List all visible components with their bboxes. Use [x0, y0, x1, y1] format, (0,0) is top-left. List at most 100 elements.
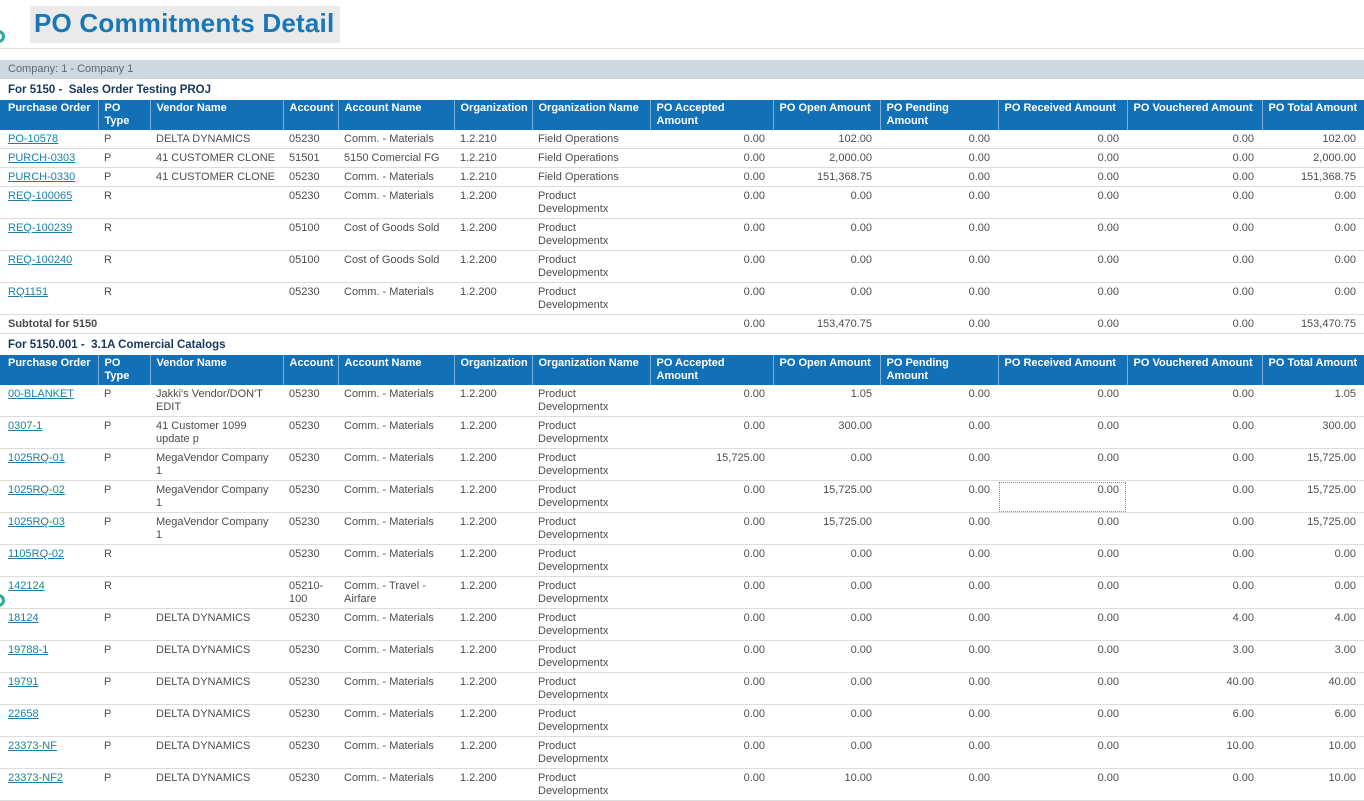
cell-organization: 1.2.200 — [454, 705, 532, 737]
subtotal-open: 153,470.75 — [773, 315, 880, 334]
cell-vendor: DELTA DYNAMICS — [150, 705, 283, 737]
cell-account_name: Comm. - Materials — [338, 769, 454, 801]
cell-account_name: Comm. - Materials — [338, 481, 454, 513]
cell-po: 1025RQ-03 — [0, 513, 98, 545]
cell-organization_name: Product Developmentx — [532, 673, 650, 705]
cell-pending: 0.00 — [880, 168, 998, 187]
po-link[interactable]: 18124 — [8, 612, 39, 624]
cell-vouchered: 0.00 — [1127, 769, 1262, 801]
cell-organization_name: Field Operations — [532, 149, 650, 168]
cell-account_name: Comm. - Travel - Airfare — [338, 577, 454, 609]
column-header-open: PO Open Amount — [773, 355, 880, 385]
cell-accepted: 0.00 — [650, 219, 773, 251]
cell-accepted: 0.00 — [650, 417, 773, 449]
cell-pending: 0.00 — [880, 481, 998, 513]
column-header-organization_name: Organization Name — [532, 100, 650, 130]
cell-total: 15,725.00 — [1262, 449, 1364, 481]
po-link[interactable]: PURCH-0303 — [8, 152, 75, 164]
cell-organization_name: Product Developmentx — [532, 417, 650, 449]
cell-account: 05230 — [283, 130, 338, 149]
po-link[interactable]: 1105RQ-02 — [8, 548, 64, 560]
po-link[interactable]: 1025RQ-03 — [8, 516, 65, 528]
po-link[interactable]: PO-10578 — [8, 133, 58, 145]
po-link[interactable]: 1025RQ-02 — [8, 484, 65, 496]
cell-po: 1105RQ-02 — [0, 545, 98, 577]
po-link[interactable]: 1025RQ-01 — [8, 452, 65, 464]
cell-organization: 1.2.210 — [454, 130, 532, 149]
cell-po: PO-10578 — [0, 130, 98, 149]
cell-account_name: Comm. - Materials — [338, 609, 454, 641]
subtotal-label: Subtotal for 5150 — [0, 315, 650, 334]
cell-account_name: Cost of Goods Sold — [338, 251, 454, 283]
edge-marker-top — [0, 30, 5, 43]
cell-pending: 0.00 — [880, 219, 998, 251]
cell-vendor: DELTA DYNAMICS — [150, 130, 283, 149]
po-link[interactable]: 23373-NF2 — [8, 772, 63, 784]
cell-total: 0.00 — [1262, 251, 1364, 283]
cell-received[interactable]: 0.00 — [998, 481, 1127, 513]
cell-total: 1.05 — [1262, 385, 1364, 417]
cell-received: 0.00 — [998, 251, 1127, 283]
cell-open: 10.00 — [773, 769, 880, 801]
cell-vouchered: 0.00 — [1127, 251, 1262, 283]
po-link[interactable]: REQ-100239 — [8, 222, 72, 234]
cell-accepted: 0.00 — [650, 385, 773, 417]
column-header-open: PO Open Amount — [773, 100, 880, 130]
po-link[interactable]: 19791 — [8, 676, 39, 688]
cell-account: 05230 — [283, 283, 338, 315]
po-link[interactable]: 00-BLANKET — [8, 388, 74, 400]
po-link[interactable]: 19788-1 — [8, 644, 48, 656]
cell-organization: 1.2.200 — [454, 769, 532, 801]
table-row: 1025RQ-01PMegaVendor Company 105230Comm.… — [0, 449, 1364, 481]
cell-vendor: DELTA DYNAMICS — [150, 769, 283, 801]
cell-vouchered: 0.00 — [1127, 577, 1262, 609]
cell-pending: 0.00 — [880, 449, 998, 481]
cell-open: 300.00 — [773, 417, 880, 449]
table-row: 23373-NF2PDELTA DYNAMICS05230Comm. - Mat… — [0, 769, 1364, 801]
cell-vendor: 41 CUSTOMER CLONE — [150, 168, 283, 187]
table-row: 18124PDELTA DYNAMICS05230Comm. - Materia… — [0, 609, 1364, 641]
cell-po_type: P — [98, 769, 150, 801]
po-link[interactable]: RQ1151 — [8, 286, 48, 298]
cell-account_name: Comm. - Materials — [338, 417, 454, 449]
cell-received: 0.00 — [998, 769, 1127, 801]
cell-po: RQ1151 — [0, 283, 98, 315]
po-link[interactable]: 0307-1 — [8, 420, 42, 432]
cell-organization_name: Field Operations — [532, 130, 650, 149]
po-link[interactable]: 23373-NF — [8, 740, 57, 752]
cell-vendor: MegaVendor Company 1 — [150, 449, 283, 481]
cell-open: 0.00 — [773, 641, 880, 673]
page-title: PO Commitments Detail — [30, 6, 340, 43]
po-link[interactable]: 22658 — [8, 708, 39, 720]
cell-po: 1025RQ-01 — [0, 449, 98, 481]
cell-account: 51501 — [283, 149, 338, 168]
po-link[interactable]: REQ-100240 — [8, 254, 72, 266]
column-header-vouchered: PO Vouchered Amount — [1127, 100, 1262, 130]
cell-open: 0.00 — [773, 673, 880, 705]
cell-open: 0.00 — [773, 283, 880, 315]
cell-vouchered: 0.00 — [1127, 481, 1262, 513]
cell-po: PURCH-0303 — [0, 149, 98, 168]
cell-open: 0.00 — [773, 545, 880, 577]
cell-po_type: P — [98, 705, 150, 737]
cell-accepted: 0.00 — [650, 673, 773, 705]
column-header-account: Account — [283, 100, 338, 130]
cell-pending: 0.00 — [880, 577, 998, 609]
cell-vouchered: 0.00 — [1127, 168, 1262, 187]
po-link[interactable]: REQ-100065 — [8, 190, 72, 202]
cell-po_type: R — [98, 577, 150, 609]
cell-po_type: R — [98, 219, 150, 251]
cell-po_type: P — [98, 481, 150, 513]
cell-vendor: DELTA DYNAMICS — [150, 737, 283, 769]
column-header-pending: PO Pending Amount — [880, 100, 998, 130]
cell-vendor: 41 CUSTOMER CLONE — [150, 149, 283, 168]
po-link[interactable]: PURCH-0330 — [8, 171, 75, 183]
cell-vouchered: 0.00 — [1127, 219, 1262, 251]
table-row: 23373-NFPDELTA DYNAMICS05230Comm. - Mate… — [0, 737, 1364, 769]
cell-total: 4.00 — [1262, 609, 1364, 641]
cell-open: 15,725.00 — [773, 481, 880, 513]
cell-vouchered: 0.00 — [1127, 545, 1262, 577]
cell-po_type: P — [98, 149, 150, 168]
po-link[interactable]: 142124 — [8, 580, 45, 592]
cell-total: 0.00 — [1262, 219, 1364, 251]
